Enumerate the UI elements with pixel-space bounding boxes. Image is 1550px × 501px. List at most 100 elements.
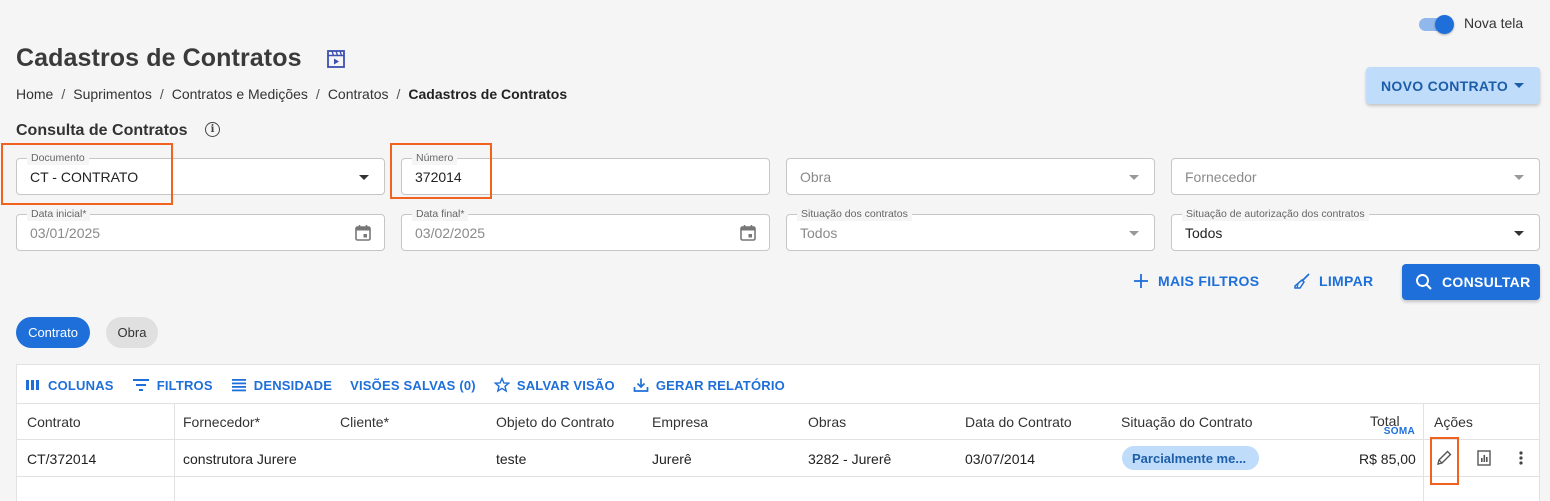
calendar-icon[interactable] — [739, 224, 757, 242]
data-inicial-input[interactable]: Data inicial* 03/01/2025 — [16, 207, 385, 251]
col-acoes: Ações — [1434, 414, 1473, 430]
search-icon — [1416, 274, 1432, 290]
table-header: Contrato Fornecedor* Cliente* Objeto do … — [17, 403, 1539, 440]
situacao-autorizacao-select[interactable]: Situação de autorização dos contratos To… — [1171, 207, 1540, 251]
situacao-contratos-select[interactable]: Situação dos contratos Todos — [786, 207, 1155, 251]
video-list-icon[interactable] — [326, 49, 346, 69]
toggle-knob — [1435, 15, 1454, 34]
densidade-button[interactable]: DENSIDADE — [231, 378, 332, 393]
calendar-icon[interactable] — [354, 224, 372, 242]
soma-label: SOMA — [1383, 426, 1415, 437]
breadcrumb-suprimentos[interactable]: Suprimentos — [73, 86, 152, 102]
section-title: Consulta de Contratos — [16, 122, 188, 139]
col-cliente[interactable]: Cliente* — [340, 414, 389, 430]
plus-icon — [1134, 274, 1148, 288]
nova-tela-toggle[interactable] — [1419, 15, 1455, 34]
novo-contrato-label: NOVO CONTRATO — [1381, 77, 1509, 94]
mais-filtros-label: MAIS FILTROS — [1158, 273, 1260, 289]
data-final-label: Data final* — [412, 207, 469, 221]
situacao-autorizacao-value: Todos — [1185, 225, 1223, 241]
salvar-visao-button[interactable]: SALVAR VISÃO — [493, 377, 615, 393]
gerar-relatorio-button[interactable]: GERAR RELATÓRIO — [633, 377, 785, 393]
obra-placeholder: Obra — [800, 169, 832, 185]
highlight-documento — [1, 143, 173, 205]
col-fornecedor[interactable]: Fornecedor* — [183, 414, 260, 430]
column-divider — [174, 403, 175, 501]
dropdown-arrow-icon — [359, 175, 369, 180]
page-title: Cadastros de Contratos — [16, 44, 302, 72]
novo-contrato-button[interactable]: NOVO CONTRATO — [1366, 67, 1540, 104]
fornecedor-placeholder: Fornecedor — [1185, 169, 1257, 185]
status-badge: Parcialmente me... — [1122, 446, 1259, 470]
cell-empresa: Jurerê — [652, 451, 692, 467]
breadcrumb-separator: / — [396, 86, 401, 102]
col-situacao[interactable]: Situação do Contrato — [1121, 414, 1253, 430]
more-vertical-icon[interactable] — [1512, 449, 1530, 467]
density-icon — [231, 379, 246, 392]
fornecedor-select[interactable]: Fornecedor — [1171, 158, 1540, 195]
nova-tela-label: Nova tela — [1464, 15, 1524, 31]
salvar-visao-label: SALVAR VISÃO — [516, 377, 615, 393]
dropdown-arrow-icon — [1129, 231, 1139, 236]
situacao-contratos-label: Situação dos contratos — [797, 207, 912, 221]
dropdown-arrow-icon — [1514, 231, 1524, 236]
visoes-salvas-label: VISÕES SALVAS (0) — [350, 377, 476, 393]
col-objeto[interactable]: Objeto do Contrato — [496, 414, 614, 430]
star-outline-icon — [493, 377, 510, 393]
situacao-contratos-value: Todos — [800, 225, 838, 241]
caret-down-icon — [1514, 83, 1524, 88]
gerar-relatorio-label: GERAR RELATÓRIO — [655, 377, 785, 393]
data-final-input[interactable]: Data final* 03/02/2025 — [401, 207, 770, 251]
filtros-label: FILTROS — [156, 377, 213, 393]
breadcrumb-separator: / — [159, 86, 164, 102]
visoes-salvas-button[interactable]: VISÕES SALVAS (0) — [350, 378, 476, 393]
data-final-value: 03/02/2025 — [415, 225, 486, 241]
tab-obra[interactable]: Obra — [106, 317, 158, 348]
tab-contrato[interactable]: Contrato — [16, 317, 90, 348]
mais-filtros-button[interactable]: MAIS FILTROS — [1132, 272, 1259, 290]
cell-obras: 3282 - Jurerê — [808, 451, 892, 467]
info-icon[interactable]: i — [205, 122, 220, 137]
cell-data: 03/07/2014 — [965, 451, 1036, 467]
limpar-button[interactable]: LIMPAR — [1293, 272, 1373, 290]
densidade-label: DENSIDADE — [253, 377, 333, 393]
breadcrumb-contratos[interactable]: Contratos — [328, 86, 389, 102]
limpar-label: LIMPAR — [1319, 273, 1374, 289]
data-inicial-value: 03/01/2025 — [30, 225, 101, 241]
contracts-grid: COLUNAS FILTROS DENSIDADE VISÕES SALVAS … — [16, 364, 1540, 501]
grid-toolbar: COLUNAS FILTROS DENSIDADE VISÕES SALVAS … — [25, 377, 785, 393]
consultar-button[interactable]: CONSULTAR — [1402, 264, 1540, 300]
dropdown-arrow-icon — [1129, 175, 1139, 180]
consultar-label: CONSULTAR — [1442, 274, 1531, 290]
breadcrumb-separator: / — [61, 86, 66, 102]
download-icon — [633, 378, 649, 392]
columns-icon — [26, 380, 39, 390]
breadcrumb: Home / Suprimentos / Contratos e Mediçõe… — [16, 86, 567, 102]
cell-total: R$ 85,00 — [1359, 451, 1416, 467]
highlight-edit — [1430, 437, 1459, 485]
colunas-button[interactable]: COLUNAS — [25, 378, 114, 393]
col-contrato[interactable]: Contrato — [27, 414, 81, 430]
broom-icon — [1294, 273, 1310, 289]
breadcrumb-contratos-medicoes[interactable]: Contratos e Medições — [172, 86, 308, 102]
column-divider — [1423, 403, 1424, 501]
dropdown-arrow-icon — [1514, 175, 1524, 180]
data-inicial-label: Data inicial* — [27, 207, 91, 221]
col-data[interactable]: Data do Contrato — [965, 414, 1072, 430]
filtros-button[interactable]: FILTROS — [132, 378, 213, 393]
obra-select[interactable]: Obra — [786, 158, 1155, 195]
cell-fornecedor: construtora Jurere — [183, 451, 297, 467]
table-row[interactable]: CT/372014 construtora Jurere teste Jurer… — [17, 440, 1539, 477]
breadcrumb-separator: / — [315, 86, 320, 102]
report-icon[interactable] — [1475, 449, 1493, 467]
breadcrumb-home[interactable]: Home — [16, 86, 53, 102]
colunas-label: COLUNAS — [48, 377, 114, 393]
breadcrumb-current: Cadastros de Contratos — [408, 86, 568, 102]
cell-objeto: teste — [496, 451, 527, 467]
cell-contrato: CT/372014 — [27, 451, 97, 467]
col-empresa[interactable]: Empresa — [652, 414, 708, 430]
highlight-numero — [390, 143, 492, 199]
situacao-autorizacao-label: Situação de autorização dos contratos — [1182, 207, 1369, 221]
filter-list-icon — [132, 379, 149, 391]
col-obras[interactable]: Obras — [808, 414, 846, 430]
